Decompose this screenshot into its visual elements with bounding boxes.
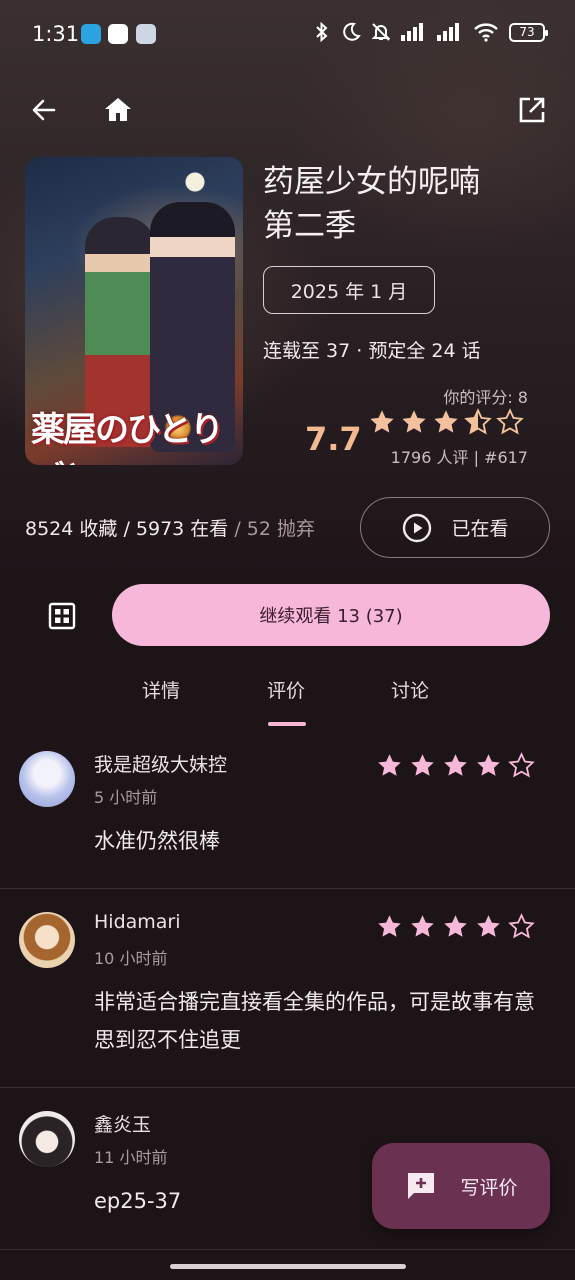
- star-filled-icon: [434, 410, 458, 433]
- app-icon: [108, 24, 128, 44]
- divider: [0, 1087, 575, 1088]
- divider: [0, 1249, 575, 1250]
- write-review-label: 写评价: [460, 1176, 518, 1199]
- signal-icon: [437, 23, 459, 41]
- air-date-chip[interactable]: 2025 年 1 月: [263, 266, 435, 314]
- bell-off-icon: [371, 23, 391, 41]
- review-user[interactable]: Hidamari: [94, 911, 181, 933]
- star-filled-icon: [378, 754, 401, 776]
- score-value: 7.7: [305, 420, 362, 458]
- home-icon: [105, 98, 131, 121]
- telegram-icon: [81, 24, 101, 44]
- review-time: 11 小时前: [94, 1148, 168, 1167]
- watch-status-label: 已在看: [451, 518, 509, 540]
- poster-logo: 薬屋のひとりごと: [31, 410, 224, 465]
- star-filled-icon: [477, 915, 500, 937]
- star-filled-icon: [411, 915, 434, 937]
- review-text: 水准仍然很棒: [94, 829, 220, 853]
- score-stars: [368, 408, 524, 436]
- write-review-button[interactable]: 写评价: [372, 1143, 550, 1229]
- tab-details[interactable]: 详情: [142, 676, 180, 703]
- star-empty-icon: [508, 752, 535, 778]
- arrow-left-icon: [32, 99, 56, 121]
- stats-separator: /: [117, 518, 136, 540]
- review-time: 5 小时前: [94, 788, 158, 807]
- episode-grid-button[interactable]: [38, 592, 86, 640]
- review-text: 非常适合播完直接看全集的作品，可是故事有意思到忍不住追更: [94, 990, 535, 1052]
- battery-icon: 73: [509, 22, 548, 42]
- avatar[interactable]: [19, 751, 75, 807]
- dropped-count: 52 抛弃: [246, 518, 315, 540]
- favorites-count: 8524 收藏: [25, 518, 118, 540]
- avatar[interactable]: [19, 912, 75, 968]
- continue-watching-button[interactable]: 继续观看 13 (37): [112, 584, 550, 646]
- anime-poster[interactable]: 薬屋のひとりごと: [25, 157, 243, 465]
- star-empty-icon: [508, 913, 535, 939]
- star-filled-icon: [477, 754, 500, 776]
- status-icons: 73: [313, 22, 548, 42]
- back-button[interactable]: [22, 88, 66, 132]
- stats-separator: /: [228, 518, 247, 540]
- status-bar: 1:31 73: [0, 0, 575, 70]
- episode-info: 连载至 37 · 预定全 24 话: [263, 340, 481, 362]
- divider: [0, 888, 575, 889]
- my-score[interactable]: 你的评分: 8: [443, 384, 528, 408]
- collection-stats: 8524 收藏 / 5973 在看 / 52 抛弃: [25, 514, 315, 541]
- signal-icon: [401, 23, 423, 41]
- open-external-button[interactable]: [510, 88, 554, 132]
- watch-status-button[interactable]: 已在看: [360, 497, 550, 558]
- watching-count: 5973 在看: [135, 518, 229, 540]
- home-button[interactable]: [96, 88, 140, 132]
- title-line: 药屋少女的呢喃: [263, 164, 480, 200]
- tab-indicator: [268, 722, 306, 726]
- tab-discussion[interactable]: 讨论: [391, 676, 429, 703]
- star-filled-icon: [402, 410, 426, 433]
- tab-bar: 详情 评价 讨论: [0, 662, 575, 722]
- review-stars: [376, 913, 535, 940]
- bluetooth-icon: [316, 22, 328, 42]
- wifi-icon: [474, 23, 498, 42]
- title-line: 第二季: [263, 208, 356, 244]
- grid-icon: [48, 602, 76, 630]
- play-circle-icon: [403, 513, 432, 542]
- moon-icon: [343, 22, 361, 41]
- review-time: 10 小时前: [94, 949, 168, 968]
- score-meta: 1796 人评 | #617: [390, 448, 528, 467]
- star-filled-icon: [370, 410, 394, 433]
- star-filled-icon: [444, 915, 467, 937]
- avatar[interactable]: [19, 1111, 75, 1167]
- star-filled-icon: [444, 754, 467, 776]
- add-comment-icon: [408, 1173, 435, 1199]
- tab-reviews[interactable]: 评价: [267, 676, 305, 703]
- home-indicator[interactable]: [170, 1264, 406, 1269]
- open-external-icon: [519, 97, 545, 123]
- star-half-icon: [464, 408, 492, 435]
- app-icon: [136, 24, 156, 44]
- review-stars: [376, 752, 535, 779]
- status-time: 1:31: [32, 22, 80, 46]
- review-user[interactable]: 我是超级大妹控: [94, 750, 227, 777]
- star-empty-icon: [496, 408, 524, 435]
- star-filled-icon: [411, 754, 434, 776]
- anime-title: 药屋少女的呢喃 第二季: [263, 160, 553, 248]
- review-user[interactable]: 鑫炎玉: [94, 1110, 151, 1137]
- star-filled-icon: [378, 915, 401, 937]
